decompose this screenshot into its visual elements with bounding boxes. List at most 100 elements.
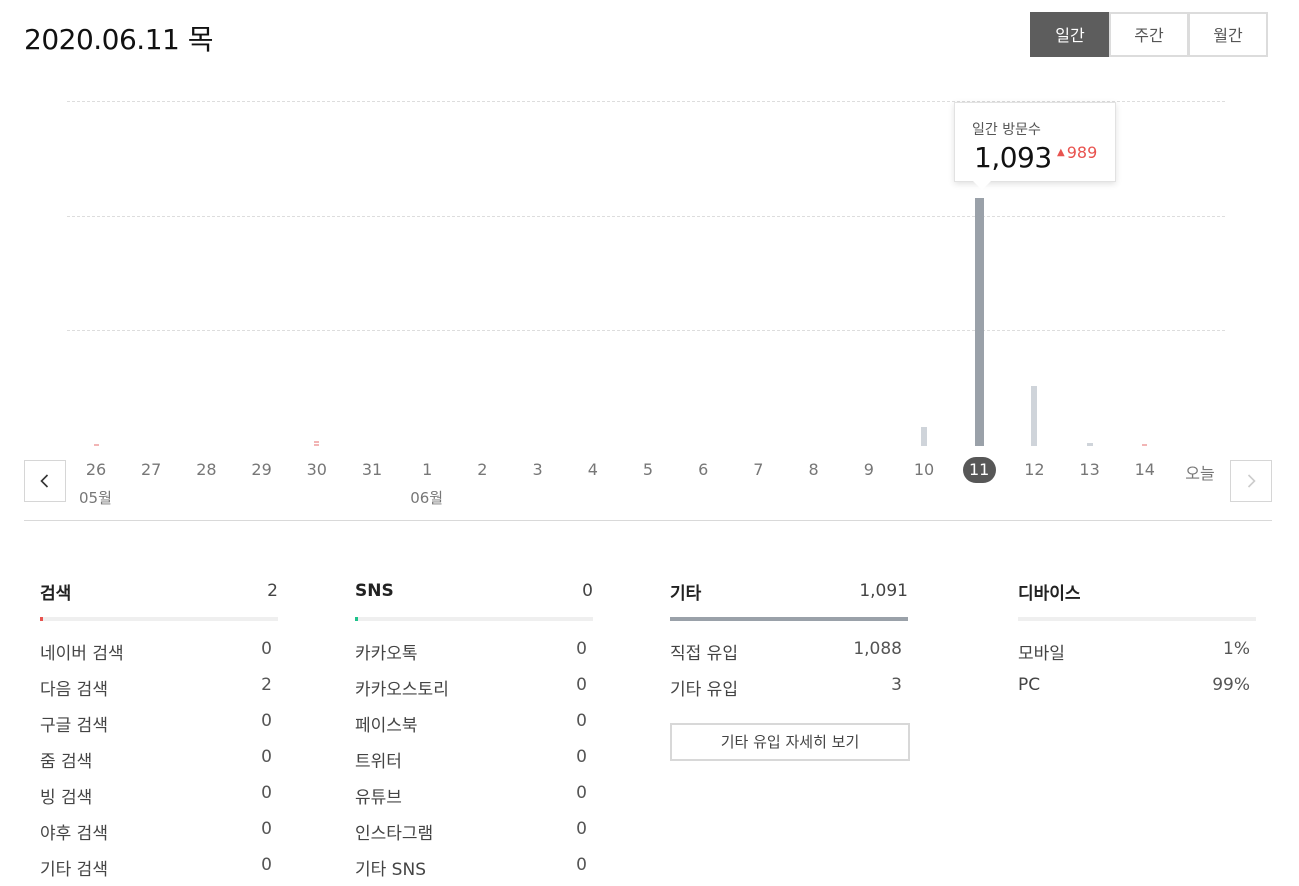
list-item: 인스타그램 0 bbox=[355, 819, 593, 855]
triangle-up-icon: ▲ bbox=[1057, 147, 1065, 158]
date-label-3[interactable]: 3 bbox=[518, 460, 558, 479]
prev-dates-button[interactable] bbox=[24, 460, 66, 502]
other-stats: 기타 1,091 직접 유입 1,088 기타 유입 3 기타 유입 자세히 보기 bbox=[670, 578, 910, 761]
date-label-1[interactable]: 1 bbox=[407, 460, 447, 479]
date-label-13[interactable]: 13 bbox=[1070, 460, 1110, 479]
row-value: 0 bbox=[261, 711, 272, 731]
chart-bar-30[interactable] bbox=[314, 444, 320, 446]
row-value: 0 bbox=[576, 783, 587, 803]
date-label-10[interactable]: 10 bbox=[904, 460, 944, 479]
row-value: 0 bbox=[261, 783, 272, 803]
row-label: 다음 검색 bbox=[40, 680, 108, 700]
section-divider bbox=[24, 520, 1272, 521]
date-label-29[interactable]: 29 bbox=[242, 460, 282, 479]
row-label: 네이버 검색 bbox=[40, 644, 124, 664]
date-label-9[interactable]: 9 bbox=[849, 460, 889, 479]
visits-tooltip: 일간 방문수 1,093 ▲ 989 bbox=[954, 102, 1116, 190]
other-marker bbox=[670, 617, 908, 621]
date-label-오늘[interactable]: 오늘 bbox=[1180, 460, 1220, 484]
sns-stats: SNS 0 카카오톡 0 카카오스토리 0 페이스북 0 트위터 0 유튜브 0 인스타그… bbox=[355, 578, 593, 886]
date-label-6[interactable]: 6 bbox=[683, 460, 723, 479]
row-label: 모바일 bbox=[1018, 644, 1065, 664]
sns-title: SNS bbox=[355, 581, 394, 601]
date-label-28[interactable]: 28 bbox=[186, 460, 226, 479]
other-inflow-detail-button[interactable]: 기타 유입 자세히 보기 bbox=[670, 723, 910, 761]
chart-bar-11[interactable] bbox=[974, 198, 984, 446]
tooltip-label: 일간 방문수 bbox=[972, 122, 1041, 138]
date-label-26[interactable]: 26 bbox=[76, 460, 116, 479]
row-value: 2 bbox=[261, 675, 272, 695]
date-label-2[interactable]: 2 bbox=[462, 460, 502, 479]
row-label: 유튜브 bbox=[355, 788, 402, 808]
row-value: 0 bbox=[576, 819, 587, 839]
tooltip-value: 1,093 bbox=[974, 141, 1052, 174]
row-label: 야후 검색 bbox=[40, 824, 108, 844]
date-label-30[interactable]: 30 bbox=[297, 460, 337, 479]
row-value: 0 bbox=[261, 639, 272, 659]
gridline bbox=[67, 330, 1225, 331]
chart-bar-26[interactable] bbox=[93, 444, 99, 446]
other-underline bbox=[670, 617, 908, 621]
list-item: 유튜브 0 bbox=[355, 783, 593, 819]
date-label-31[interactable]: 31 bbox=[352, 460, 392, 479]
date-label-27[interactable]: 27 bbox=[131, 460, 171, 479]
row-label: 기타 SNS bbox=[355, 860, 426, 880]
sns-header: SNS 0 bbox=[355, 578, 593, 604]
tooltip-delta: ▲ 989 bbox=[1057, 143, 1097, 162]
device-underline bbox=[1018, 617, 1256, 621]
date-label-8[interactable]: 8 bbox=[794, 460, 834, 479]
row-label: 직접 유입 bbox=[670, 644, 738, 664]
row-label: 구글 검색 bbox=[40, 716, 108, 736]
chevron-right-icon bbox=[1247, 474, 1256, 488]
date-label-4[interactable]: 4 bbox=[573, 460, 613, 479]
row-value: 0 bbox=[261, 855, 272, 875]
chevron-left-icon bbox=[40, 474, 49, 488]
list-item: 모바일 1% bbox=[1018, 639, 1256, 675]
search-marker bbox=[40, 617, 43, 621]
search-header: 검색 2 bbox=[40, 578, 278, 604]
chart-bar-14[interactable] bbox=[1142, 444, 1148, 446]
tooltip-delta-value: 989 bbox=[1066, 143, 1098, 162]
row-value: 0 bbox=[576, 855, 587, 875]
row-label: 트위터 bbox=[355, 752, 402, 772]
search-stats: 검색 2 네이버 검색 0 다음 검색 2 구글 검색 0 줌 검색 0 빙 검색 0 야… bbox=[40, 578, 278, 886]
visits-chart bbox=[0, 0, 1299, 460]
other-title: 기타 bbox=[670, 583, 702, 604]
search-rows: 네이버 검색 0 다음 검색 2 구글 검색 0 줌 검색 0 빙 검색 0 야후 검색 0… bbox=[40, 639, 278, 886]
month-label: 05월 bbox=[79, 489, 112, 507]
row-label: 카카오스토리 bbox=[355, 680, 449, 700]
other-rows: 직접 유입 1,088 기타 유입 3 bbox=[670, 639, 908, 711]
row-label: PC bbox=[1018, 675, 1041, 695]
chart-bar-30[interactable] bbox=[314, 441, 320, 443]
list-item: 구글 검색 0 bbox=[40, 711, 278, 747]
date-label-11[interactable]: 11 bbox=[962, 457, 996, 483]
row-value: 1,088 bbox=[853, 639, 902, 659]
chart-bar-10[interactable] bbox=[921, 426, 927, 446]
sns-marker bbox=[355, 617, 358, 621]
sns-total: 0 bbox=[582, 581, 593, 601]
device-rows: 모바일 1% PC 99% bbox=[1018, 639, 1256, 711]
row-value: 3 bbox=[891, 675, 902, 695]
month-label: 06월 bbox=[410, 489, 444, 507]
date-label-12[interactable]: 12 bbox=[1014, 460, 1054, 479]
list-item: 야후 검색 0 bbox=[40, 819, 278, 855]
chart-bar-12[interactable] bbox=[1031, 385, 1038, 446]
sns-underline bbox=[355, 617, 593, 621]
row-label: 빙 검색 bbox=[40, 788, 93, 808]
list-item: 기타 검색 0 bbox=[40, 855, 278, 886]
list-item: 기타 유입 3 bbox=[670, 675, 908, 711]
row-value: 0 bbox=[576, 675, 587, 695]
date-label-7[interactable]: 7 bbox=[738, 460, 778, 479]
list-item: 페이스북 0 bbox=[355, 711, 593, 747]
device-title: 디바이스 bbox=[1018, 583, 1081, 604]
row-label: 기타 유입 bbox=[670, 680, 738, 700]
search-title: 검색 bbox=[40, 583, 72, 604]
list-item: 기타 SNS 0 bbox=[355, 855, 593, 886]
date-label-14[interactable]: 14 bbox=[1125, 460, 1165, 479]
row-label: 기타 검색 bbox=[40, 860, 108, 880]
list-item: PC 99% bbox=[1018, 675, 1256, 711]
list-item: 트위터 0 bbox=[355, 747, 593, 783]
next-dates-button[interactable] bbox=[1230, 460, 1272, 502]
date-label-5[interactable]: 5 bbox=[628, 460, 668, 479]
chart-bar-13[interactable] bbox=[1086, 443, 1093, 446]
